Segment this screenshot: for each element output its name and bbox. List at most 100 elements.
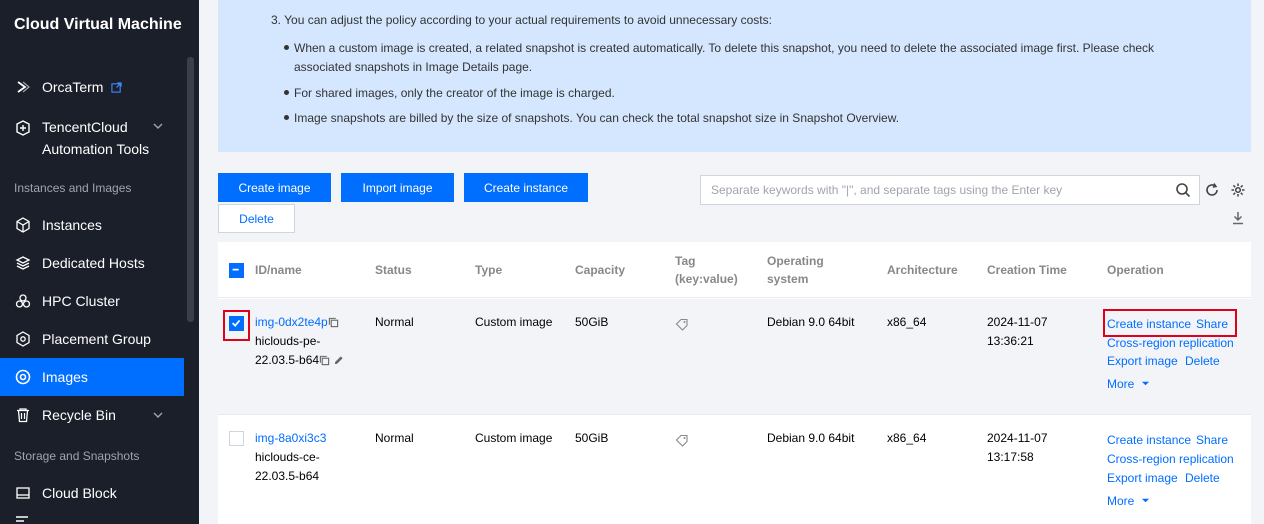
create-image-button[interactable]: Create image <box>218 173 331 202</box>
highlight-box <box>223 310 250 341</box>
cluster-icon <box>14 292 32 310</box>
create-instance-link[interactable]: Create instance <box>1107 315 1191 334</box>
cross-region-replication-link[interactable]: Cross-region replication <box>1107 450 1234 469</box>
notice-bullet-text: associated snapshots in Image Details pa… <box>294 60 533 74</box>
sidebar-item-label-line2: Automation Tools <box>42 141 150 157</box>
bullet-dot <box>284 45 289 50</box>
architecture-text: x86_64 <box>887 315 927 329</box>
images-table: ID/name Status Type Capacity Tag (key:va… <box>218 242 1251 524</box>
export-image-link[interactable]: Export image <box>1107 352 1178 371</box>
capacity-text: 50GiB <box>575 431 609 445</box>
menu-icon[interactable] <box>14 514 30 524</box>
gear-icon[interactable] <box>1230 182 1246 198</box>
image-name-line2: 22.03.5-b64 <box>255 353 320 367</box>
os-text: Debian 9.0 64bit <box>767 315 855 329</box>
header-operation: Operation <box>1107 263 1164 277</box>
more-dropdown[interactable]: More <box>1107 492 1150 511</box>
cube-icon <box>14 216 32 234</box>
minus-icon <box>232 268 239 271</box>
table-row[interactable]: img-8a0xi3c3 hiclouds-ce- 22.03.5-b64 No… <box>218 414 1251 524</box>
sidebar-item-placement-group[interactable]: Placement Group <box>0 320 184 358</box>
placement-icon <box>14 330 32 348</box>
refresh-icon[interactable] <box>1204 182 1220 198</box>
sidebar-section-instances-images: Instances and Images <box>14 181 132 195</box>
header-type: Type <box>475 263 503 277</box>
sidebar-item-cloud-block[interactable]: Cloud Block <box>0 474 184 512</box>
sidebar-item-label: Placement Group <box>42 331 151 347</box>
table-row[interactable]: img-0dx2te4p hiclouds-pe- 22.03.5-b64 No… <box>218 299 1251 414</box>
image-name: hiclouds-ce- <box>255 450 320 464</box>
create-instance-link[interactable]: Create instance <box>1107 431 1191 450</box>
export-image-link[interactable]: Export image <box>1107 469 1178 488</box>
header-tag-line2: (key:value) <box>675 272 738 286</box>
table-header: ID/name Status Type Capacity Tag (key:va… <box>218 242 1251 298</box>
select-all-checkbox[interactable] <box>229 263 244 278</box>
type-text: Custom image <box>475 315 553 329</box>
share-link[interactable]: Share <box>1196 431 1228 450</box>
bullet-dot <box>284 115 289 120</box>
billing-notice: 3. You can adjust the policy according t… <box>218 0 1251 152</box>
sidebar-item-hpc-cluster[interactable]: HPC Cluster <box>0 282 184 320</box>
terminal-icon <box>14 78 32 96</box>
architecture-text: x86_64 <box>887 431 927 445</box>
header-creation-time: Creation Time <box>987 263 1067 277</box>
sidebar-item-images[interactable]: Images <box>0 358 184 396</box>
sidebar-item-label: Cloud Block <box>42 485 117 501</box>
chevron-down-icon[interactable] <box>152 120 164 132</box>
delete-button[interactable]: Delete <box>218 204 295 233</box>
row-checkbox[interactable] <box>229 431 244 446</box>
chevron-down-icon[interactable] <box>152 409 164 421</box>
disk-icon <box>14 484 32 502</box>
search-icon[interactable] <box>1175 182 1191 198</box>
cross-region-replication-link[interactable]: Cross-region replication <box>1107 334 1234 353</box>
header-tag: Tag (key:value) <box>675 252 738 288</box>
import-image-button[interactable]: Import image <box>341 173 454 202</box>
image-id-link[interactable]: img-8a0xi3c3 <box>255 431 326 445</box>
sidebar-scrollbar[interactable] <box>187 57 194 322</box>
sidebar-item-automation-tools[interactable]: TencentCloud Automation Tools <box>0 114 184 164</box>
header-tag-line1: Tag <box>675 254 696 268</box>
recycle-bin-icon <box>14 406 32 424</box>
image-name-line2: 22.03.5-b64 <box>255 469 320 483</box>
header-os-line2: system <box>767 272 809 286</box>
sidebar-item-label: TencentCloud <box>42 119 128 135</box>
sidebar: Cloud Virtual Machine OrcaTerm TencentCl… <box>0 0 199 524</box>
creation-date: 2024-11-07 <box>987 315 1048 329</box>
caret-down-icon <box>1141 381 1149 386</box>
caret-down-icon <box>1141 498 1149 503</box>
automation-icon <box>14 119 32 137</box>
sidebar-item-orcaterm[interactable]: OrcaTerm <box>0 68 184 106</box>
creation-time: 2024-11-07 13:17:58 <box>987 429 1048 467</box>
edit-icon[interactable] <box>333 355 344 366</box>
notice-bullet-text: Image snapshots are billed by the size o… <box>294 111 900 125</box>
notice-line: 3. You can adjust the policy according t… <box>271 13 772 27</box>
image-id-link[interactable]: img-0dx2te4p <box>255 315 328 329</box>
search-input[interactable]: Separate keywords with "|", and separate… <box>700 175 1200 205</box>
status-text: Normal <box>375 431 414 445</box>
delete-link[interactable]: Delete <box>1185 469 1220 488</box>
sidebar-item-instances[interactable]: Instances <box>0 206 184 244</box>
copy-icon[interactable] <box>319 355 330 366</box>
sidebar-title: Cloud Virtual Machine <box>14 16 182 33</box>
more-dropdown[interactable]: More <box>1107 375 1150 394</box>
sidebar-item-dedicated-hosts[interactable]: Dedicated Hosts <box>0 244 184 282</box>
header-status: Status <box>375 263 412 277</box>
tag-icon[interactable] <box>675 317 689 331</box>
sidebar-item-recycle-bin[interactable]: Recycle Bin <box>0 396 184 434</box>
download-icon[interactable] <box>1230 210 1246 226</box>
image-icon <box>14 368 32 386</box>
tag-icon[interactable] <box>675 433 689 447</box>
header-architecture: Architecture <box>887 263 958 277</box>
share-link[interactable]: Share <box>1196 315 1228 334</box>
sidebar-section-storage-snapshots: Storage and Snapshots <box>14 449 140 463</box>
copy-icon[interactable] <box>328 317 339 328</box>
creation-clock: 13:17:58 <box>987 450 1034 464</box>
sidebar-item-label: Recycle Bin <box>42 407 116 423</box>
bullet-dot <box>284 90 289 95</box>
sidebar-item-label: OrcaTerm <box>42 79 104 95</box>
creation-time: 2024-11-07 13:36:21 <box>987 313 1048 351</box>
creation-date: 2024-11-07 <box>987 431 1048 445</box>
notice-bullet-text: When a custom image is created, a relate… <box>294 41 1155 55</box>
create-instance-button[interactable]: Create instance <box>464 173 588 202</box>
delete-link[interactable]: Delete <box>1185 352 1220 371</box>
